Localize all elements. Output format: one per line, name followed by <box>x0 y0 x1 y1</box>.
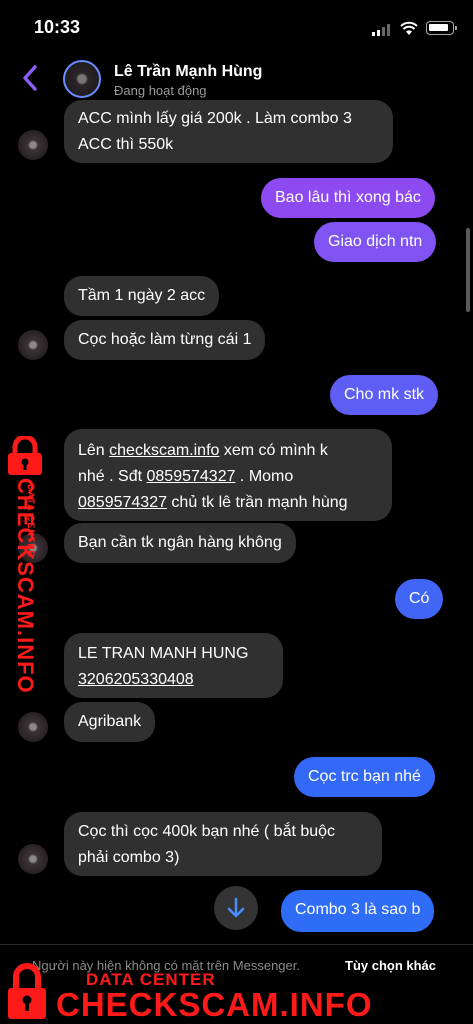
message-incoming[interactable]: Agribank <box>64 702 156 742</box>
message-incoming[interactable]: Lên checkscam.info xem có mình k nhé . S… <box>64 429 392 521</box>
contact-name[interactable]: Lê Trần Mạnh Hùng <box>114 63 262 81</box>
cell-signal-icon <box>372 24 390 36</box>
sender-avatar[interactable] <box>18 330 48 360</box>
wifi-icon <box>400 21 418 35</box>
message-outgoing[interactable]: Combo 3 là sao b <box>281 890 435 932</box>
sender-avatar[interactable] <box>18 844 48 874</box>
contact-avatar[interactable] <box>63 60 101 98</box>
message-outgoing[interactable]: Cọc trc bạn nhé <box>294 757 435 797</box>
watermark-sub: DATA CENTER <box>26 484 36 558</box>
phone-link[interactable]: 0859574327 <box>78 494 167 511</box>
back-button[interactable] <box>20 64 40 95</box>
message-outgoing[interactable]: Bao lâu thì xong bác <box>261 178 435 218</box>
scrollbar[interactable] <box>466 228 470 312</box>
contact-status: Đang hoạt động <box>114 83 207 98</box>
message-incoming[interactable]: Cọc thì cọc 400k bạn nhé ( bắt buộc phải… <box>64 812 382 876</box>
link-checkscam[interactable]: checkscam.info <box>109 442 219 459</box>
sender-avatar[interactable] <box>18 130 48 160</box>
message-incoming[interactable]: Bạn cần tk ngân hàng không <box>64 523 296 563</box>
message-incoming[interactable]: Cọc hoặc làm từng cái 1 <box>64 320 266 360</box>
more-options-link[interactable]: Tùy chọn khác <box>345 958 436 973</box>
divider <box>0 944 473 945</box>
message-incoming[interactable]: LE TRAN MANH HUNG 3206205330408 <box>64 633 283 698</box>
arrow-down-icon <box>227 897 245 918</box>
lock-icon <box>8 436 42 475</box>
scroll-to-bottom-button[interactable] <box>214 886 258 930</box>
watermark-brand: CHECKSCAM.INFO <box>56 986 373 1023</box>
chevron-left-icon <box>23 65 37 91</box>
account-number[interactable]: 3206205330408 <box>78 667 269 693</box>
status-time: 10:33 <box>34 17 81 37</box>
message-outgoing[interactable]: Cho mk stk <box>330 375 439 415</box>
sender-avatar[interactable] <box>18 712 48 742</box>
message-outgoing[interactable]: Giao dịch ntn <box>314 222 437 262</box>
battery-icon <box>426 21 457 35</box>
message-incoming[interactable]: Tầm 1 ngày 2 acc <box>64 276 220 316</box>
lock-icon <box>8 963 46 1019</box>
message-outgoing[interactable]: Có <box>395 579 444 619</box>
message-incoming[interactable]: ACC mình lấy giá 200k . Làm combo 3 ACC … <box>64 100 393 163</box>
phone-link[interactable]: 0859574327 <box>147 468 236 485</box>
